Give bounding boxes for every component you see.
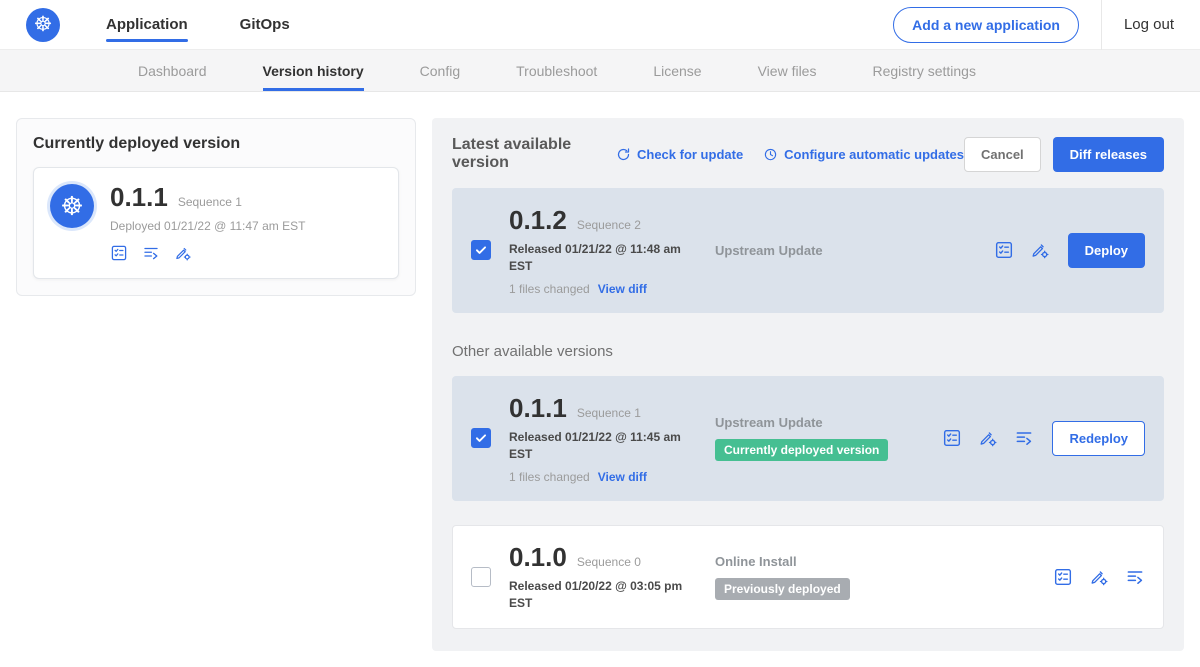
deployed-card-title: Currently deployed version [33,135,399,153]
sequence-label: Sequence 2 [577,218,641,232]
subnav-tab-registry-settings[interactable]: Registry settings [872,50,975,91]
panel-header: Latest available version Check for updat… [452,136,1164,172]
diff-releases-button[interactable]: Diff releases [1053,137,1164,172]
version-select-checkbox[interactable] [471,428,491,448]
subnav-tab-license[interactable]: License [653,50,701,91]
release-notes-icon[interactable] [942,428,962,448]
other-available-versions-label: Other available versions [452,343,1164,360]
subnav-tab-version-history[interactable]: Version history [263,50,364,91]
subnav-tab-view-files[interactable]: View files [758,50,817,91]
release-notes-icon[interactable] [110,244,128,262]
version-number: 0.1.0 [509,542,567,573]
release-timestamp: Released 01/21/22 @ 11:45 am EST [509,429,697,464]
tab-gitops[interactable]: GitOps [240,0,290,50]
sequence-label: Sequence 1 [577,406,641,420]
deployed-timestamp: Deployed 01/21/22 @ 11:47 am EST [110,219,305,233]
version-row-0-1-1: 0.1.1 Sequence 1 Released 01/21/22 @ 11:… [452,376,1164,501]
redeploy-button[interactable]: Redeploy [1052,421,1145,456]
version-row-0-1-2: 0.1.2 Sequence 2 Released 01/21/22 @ 11:… [452,188,1164,313]
currently-deployed-card: Currently deployed version ☸ 0.1.1 Seque… [16,118,416,296]
logs-icon[interactable] [1014,428,1034,448]
version-source-label: Online Install [715,554,1035,569]
logout-button[interactable]: Log out [1124,16,1174,33]
version-source-label: Upstream Update [715,415,924,430]
version-select-checkbox[interactable] [471,567,491,587]
view-diff-link[interactable]: View diff [598,470,647,484]
version-source-label: Upstream Update [715,243,976,258]
subnav-tab-dashboard[interactable]: Dashboard [138,50,207,91]
deploy-button[interactable]: Deploy [1068,233,1145,268]
check-icon [474,243,488,257]
deployed-version-card: ☸ 0.1.1 Sequence 1 Deployed 01/21/22 @ 1… [33,167,399,279]
top-navbar: ☸ Application GitOps Add a new applicati… [0,0,1200,50]
deployed-sequence-label: Sequence 1 [178,195,242,209]
logs-icon[interactable] [1125,567,1145,587]
check-icon [474,431,488,445]
version-select-checkbox[interactable] [471,240,491,260]
subnav-tab-config[interactable]: Config [420,50,460,91]
release-timestamp: Released 01/20/22 @ 03:05 pm EST [509,578,697,613]
edit-config-icon[interactable] [978,428,998,448]
app-subnav: Dashboard Version history Config Trouble… [0,50,1200,92]
main-content: Currently deployed version ☸ 0.1.1 Seque… [0,92,1200,667]
deployed-version-number: 0.1.1 [110,182,168,213]
version-number: 0.1.2 [509,205,567,236]
sequence-label: Sequence 0 [577,555,641,569]
release-timestamp: Released 01/21/22 @ 11:48 am EST [509,241,697,276]
refresh-icon [616,147,631,162]
release-notes-icon[interactable] [1053,567,1073,587]
version-history-panel: Latest available version Check for updat… [432,118,1184,651]
files-changed-label: 1 files changed [509,282,590,296]
edit-config-icon[interactable] [174,244,192,262]
version-number: 0.1.1 [509,393,567,424]
version-row-0-1-0: 0.1.0 Sequence 0 Released 01/20/22 @ 03:… [452,525,1164,630]
configure-automatic-updates-link[interactable]: Configure automatic updates [763,147,964,162]
edit-config-icon[interactable] [1089,567,1109,587]
status-badge-currently-deployed: Currently deployed version [715,439,888,461]
navbar-tabs: Application GitOps [106,0,290,50]
tab-application[interactable]: Application [106,0,188,50]
logs-icon[interactable] [142,244,160,262]
cancel-button[interactable]: Cancel [964,137,1041,172]
edit-config-icon[interactable] [1030,240,1050,260]
navbar-right: Add a new application Log out [893,0,1174,50]
configure-updates-label: Configure automatic updates [784,147,964,162]
check-for-update-link[interactable]: Check for update [616,147,743,162]
release-notes-icon[interactable] [994,240,1014,260]
subnav-tab-troubleshoot[interactable]: Troubleshoot [516,50,597,91]
latest-version-title: Latest available version [452,136,596,172]
files-changed-label: 1 files changed [509,470,590,484]
view-diff-link[interactable]: View diff [598,282,647,296]
check-for-update-label: Check for update [637,147,743,162]
navbar-divider [1101,0,1102,50]
clock-icon [763,147,778,162]
kubernetes-logo-icon: ☸ [26,8,60,42]
status-badge-previously-deployed: Previously deployed [715,578,850,600]
kubernetes-app-icon: ☸ [50,184,94,228]
add-application-button[interactable]: Add a new application [893,7,1079,43]
